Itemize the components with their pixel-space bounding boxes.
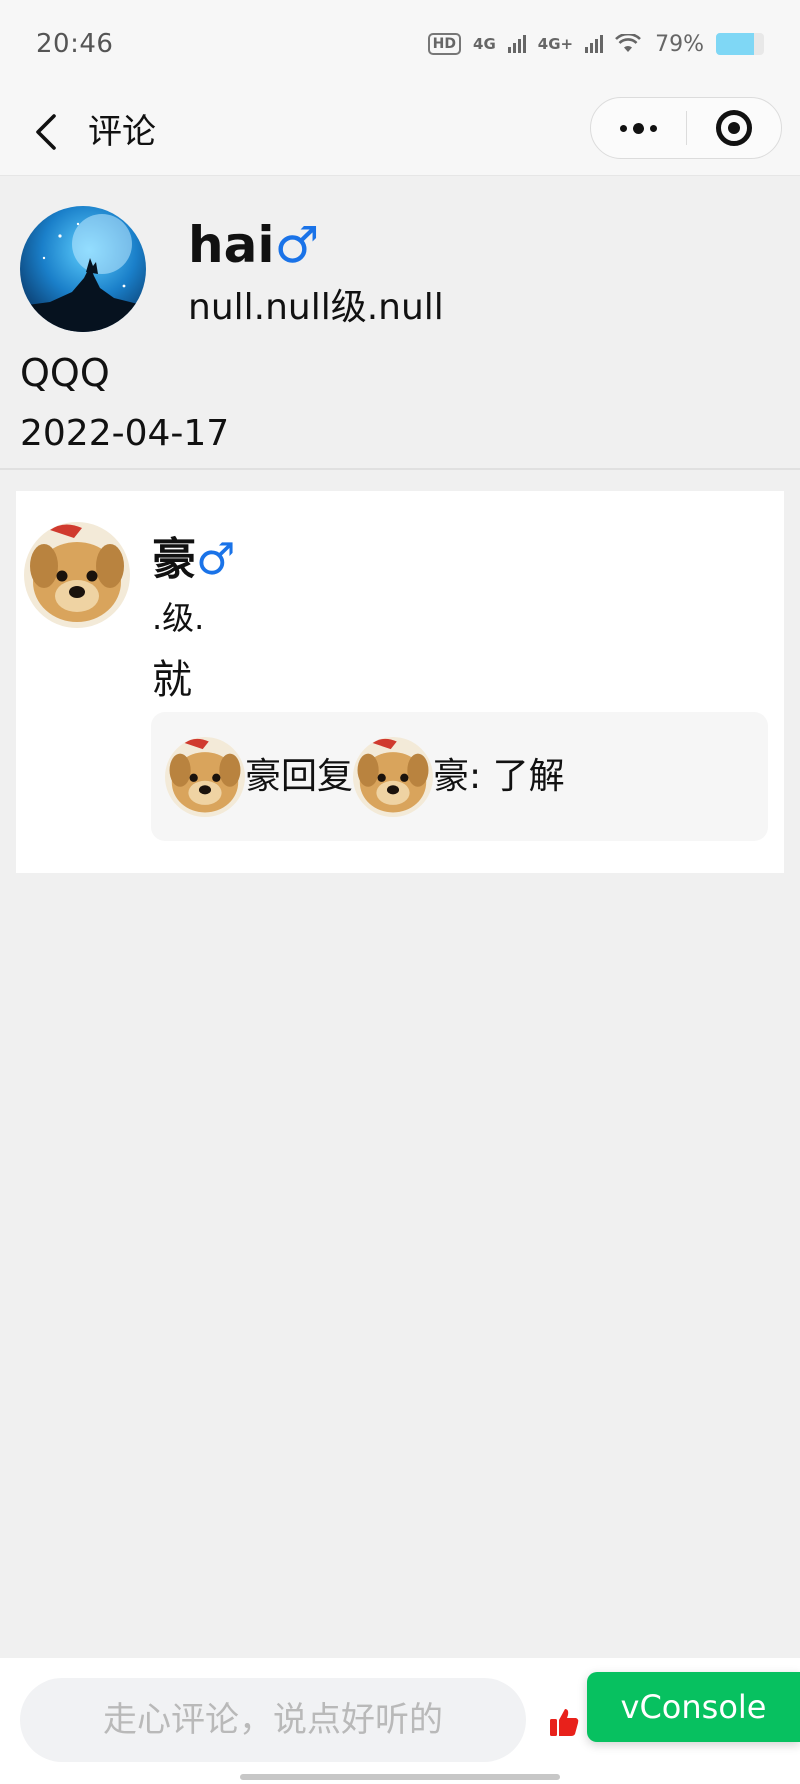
- comment-text: 就: [152, 657, 192, 703]
- post-author-avatar[interactable]: [20, 206, 146, 332]
- post-author-level: null.null级.null: [188, 287, 444, 328]
- thumbs-up-icon[interactable]: [548, 1706, 580, 1738]
- reply-to-name: 豪: [433, 755, 470, 797]
- nav-bar: 评论: [0, 88, 800, 176]
- network-4g-plus-label: 4G+: [537, 35, 574, 53]
- hd-icon: HD: [427, 33, 462, 55]
- home-indicator: [240, 1774, 560, 1780]
- close-mini-program-button[interactable]: [687, 98, 782, 158]
- back-arrow-icon[interactable]: [28, 110, 68, 154]
- more-button[interactable]: [591, 98, 686, 158]
- post-author-name-text: hai: [188, 216, 275, 274]
- comment-card: 豪♂ .级. 就 豪 回复 豪: 了解: [16, 491, 784, 873]
- reply-from-avatar[interactable]: [165, 736, 245, 817]
- reply-content: : 了解: [469, 755, 565, 797]
- comment-author-level: .级.: [152, 599, 205, 637]
- reply-item[interactable]: 豪 回复 豪 : 了解: [151, 712, 768, 841]
- signal-bars-icon: [507, 35, 526, 53]
- vconsole-button[interactable]: vConsole: [587, 1672, 800, 1742]
- reply-verb: 回复: [281, 755, 354, 797]
- comment-author-name-text: 豪: [152, 534, 196, 585]
- post-date: 2022-04-17: [20, 413, 230, 454]
- battery-icon: [716, 33, 764, 55]
- status-indicators: HD 4G 4G+ 79%: [427, 31, 764, 57]
- comment-input[interactable]: [20, 1678, 526, 1762]
- post-header: hai♂ null.null级.null QQQ 2022-04-17: [0, 177, 800, 470]
- comment-author-name: 豪♂: [152, 531, 235, 589]
- post-content: QQQ: [20, 351, 110, 395]
- male-gender-icon: ♂: [274, 216, 320, 274]
- signal-bars-icon-2: [585, 35, 604, 53]
- wifi-icon: [615, 34, 642, 54]
- target-circle-icon: [715, 110, 752, 146]
- network-4g-label: 4G: [473, 35, 496, 53]
- comments-page: 20:46 HD 4G 4G+ 79% 评论 hai♂ null.null级.n…: [0, 0, 800, 1784]
- reply-to-avatar[interactable]: [353, 736, 434, 817]
- post-author-name: hai♂: [188, 213, 319, 277]
- male-gender-icon: ♂: [196, 534, 236, 585]
- page-title: 评论: [88, 112, 156, 152]
- mini-program-capsule: [590, 97, 782, 159]
- comment-author-avatar[interactable]: [24, 522, 130, 628]
- battery-fill: [716, 33, 754, 55]
- more-dots-icon: [619, 122, 657, 134]
- status-time: 20:46: [36, 29, 114, 59]
- battery-percent: 79%: [655, 31, 704, 57]
- status-bar: 20:46 HD 4G 4G+ 79%: [0, 0, 800, 88]
- reply-from-name: 豪: [245, 755, 282, 797]
